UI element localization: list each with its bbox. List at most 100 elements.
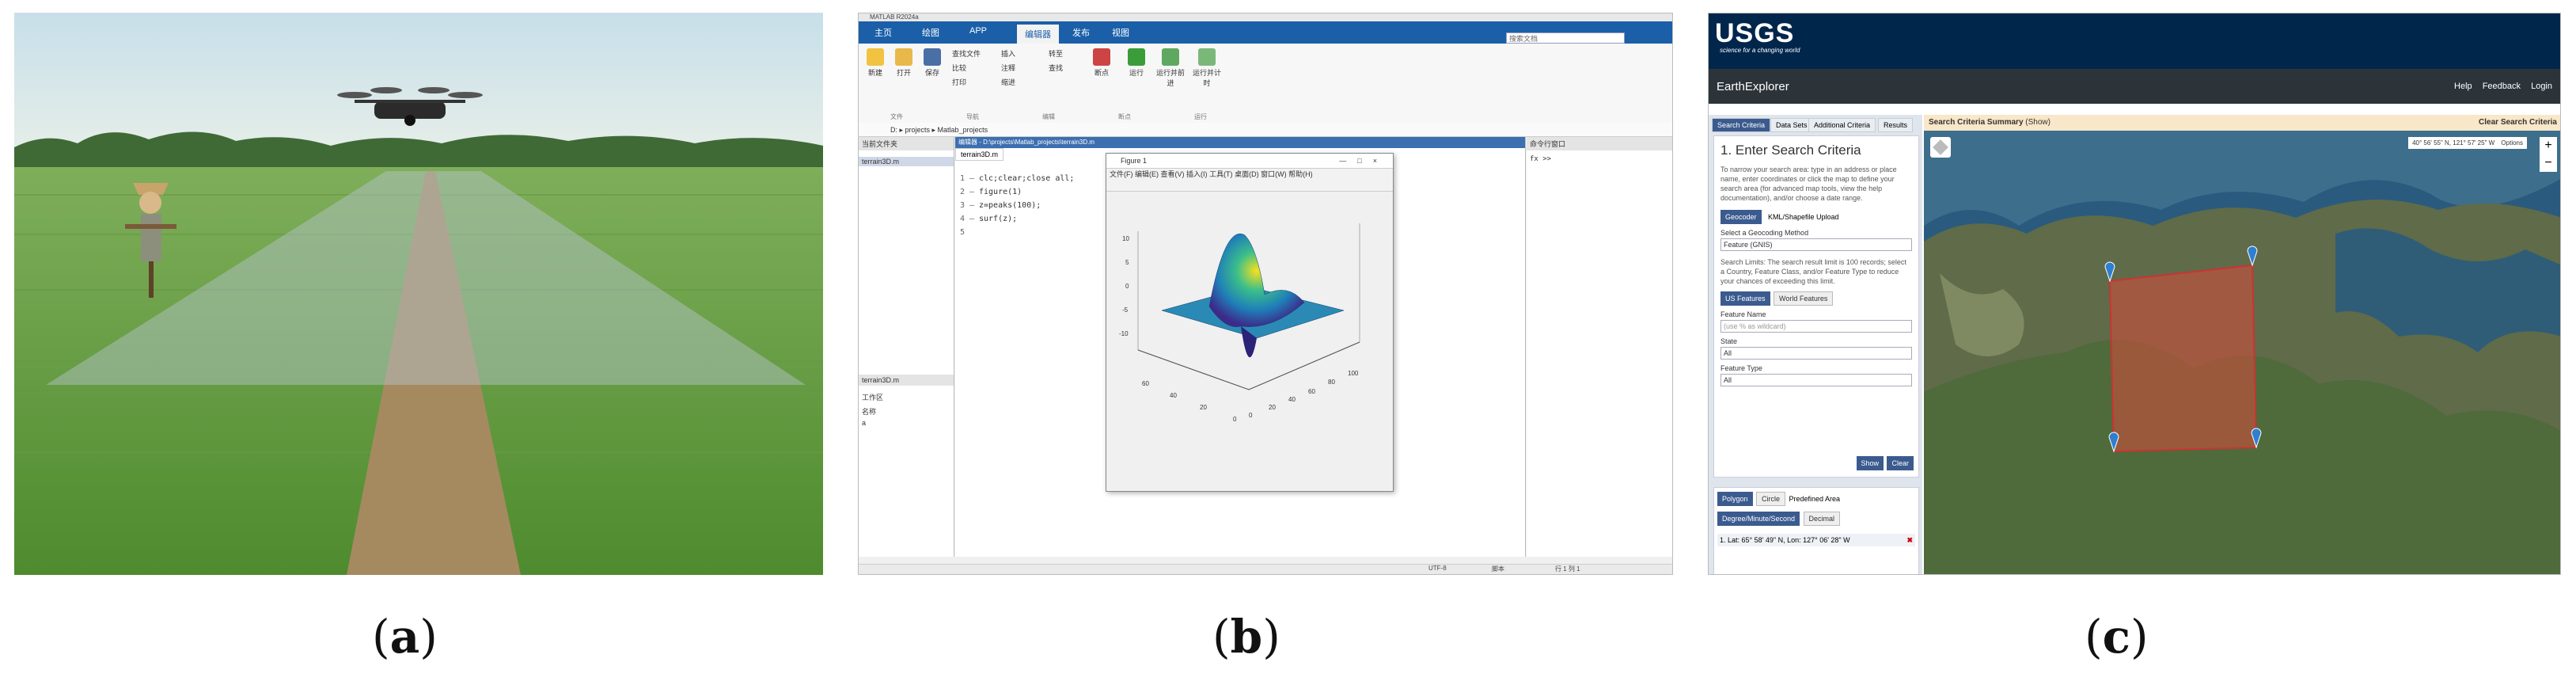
search-limits-text: Search Limits: The search result limit i… xyxy=(1720,258,1906,285)
x-tick: 20 xyxy=(1200,404,1207,411)
feedback-link[interactable]: Feedback xyxy=(2483,82,2521,91)
open-button[interactable]: 打开 xyxy=(890,48,917,78)
breakpoint-button[interactable]: 断点 xyxy=(1088,48,1115,78)
file-item[interactable]: terrain3D.m xyxy=(859,157,954,166)
app-title[interactable]: EarthExplorer xyxy=(1717,80,1789,93)
usgs-logo[interactable]: USGS xyxy=(1715,18,1794,49)
delete-icon[interactable]: ✖ xyxy=(1906,536,1913,545)
code-area[interactable]: 1 — clc;clear;close all; 2 — figure(1) 3 —… xyxy=(960,172,1074,239)
tab-results[interactable]: Results xyxy=(1878,118,1914,132)
intro-text: To narrow your search area: type in an a… xyxy=(1720,166,1897,202)
tab-view[interactable]: 视图 xyxy=(1112,26,1129,39)
workspace-variable[interactable]: a xyxy=(862,419,866,427)
editor-tab[interactable]: terrain3D.m xyxy=(955,148,1004,161)
search-criteria-card: 1. Enter Search Criteria To narrow your … xyxy=(1713,135,1919,478)
tab-additional-criteria[interactable]: Additional Criteria xyxy=(1808,118,1876,132)
run-time-button[interactable]: 运行并计时 xyxy=(1189,48,1224,88)
print-button[interactable]: 打印 xyxy=(952,77,992,87)
tab-polygon[interactable]: Polygon xyxy=(1717,492,1753,506)
menu-file[interactable]: 文件(F) xyxy=(1110,170,1133,178)
figure-toolbar[interactable] xyxy=(1106,180,1393,192)
compare-button[interactable]: 比较 xyxy=(952,63,992,73)
code-line: 3 — z=peaks(100); xyxy=(960,201,1041,210)
y-tick: 100 xyxy=(1348,370,1359,377)
insert-button[interactable]: 插入 xyxy=(1001,48,1041,59)
menu-tools[interactable]: 工具(T) xyxy=(1209,170,1233,178)
new-button[interactable]: 新建 xyxy=(862,48,889,78)
state-select[interactable]: All xyxy=(1720,347,1912,360)
login-link[interactable]: Login xyxy=(2531,82,2552,91)
workspace-name-column: 名称 xyxy=(862,408,877,416)
summary-title: Search Criteria Summary xyxy=(1929,118,2024,127)
world-features-button[interactable]: World Features xyxy=(1773,291,1834,306)
summary-toggle[interactable]: (Show) xyxy=(2025,118,2051,127)
find-button[interactable]: 查找 xyxy=(1049,63,1080,73)
menu-desktop[interactable]: 桌面(D) xyxy=(1235,170,1259,178)
clear-button[interactable]: Clear xyxy=(1887,456,1914,470)
menu-help[interactable]: 帮助(H) xyxy=(1288,170,1313,178)
matlab-window: MATLAB R2024a 主页 绘图 APP 编辑器 发布 视图 搜索文档 新… xyxy=(858,13,1673,575)
feature-name-input[interactable]: (use % as wildcard) xyxy=(1720,320,1912,333)
us-features-button[interactable]: US Features xyxy=(1720,291,1770,306)
tab-publish[interactable]: 发布 xyxy=(1072,26,1090,39)
tab-kml-upload[interactable]: KML/Shapefile Upload xyxy=(1768,213,1839,221)
geocoding-label: Select a Geocoding Method xyxy=(1720,229,1809,237)
drone-field-illustration xyxy=(14,13,823,575)
tab-data-sets[interactable]: Data Sets xyxy=(1770,118,1813,132)
options-button[interactable]: Options xyxy=(2501,139,2523,147)
tab-circle[interactable]: Circle xyxy=(1755,492,1785,506)
indent-button[interactable]: 缩进 xyxy=(1001,77,1041,87)
search-docs-input[interactable]: 搜索文档 xyxy=(1506,32,1625,44)
aoi-polygon[interactable] xyxy=(2108,264,2258,453)
caption-a: (a) xyxy=(372,610,438,664)
clear-criteria-link[interactable]: Clear Search Criteria xyxy=(2479,115,2557,131)
find-files-button[interactable]: 查找文件 xyxy=(952,48,992,59)
tab-search-criteria[interactable]: Search Criteria xyxy=(1712,118,1771,132)
y-tick: 40 xyxy=(1288,396,1296,403)
menu-edit[interactable]: 编辑(E) xyxy=(1135,170,1159,178)
tab-predefined-area[interactable]: Predefined Area xyxy=(1789,495,1840,503)
tab-home[interactable]: 主页 xyxy=(874,26,892,39)
window-controls[interactable]: —□× xyxy=(1339,154,1388,168)
tab-geocoder[interactable]: Geocoder xyxy=(1720,210,1762,224)
nav-links: Help Feedback Login xyxy=(2446,82,2552,91)
section-heading: 1. Enter Search Criteria xyxy=(1720,143,1861,158)
ribbon-toolstrip: 新建 打开 保存 查找文件 比较 打印 插入 注释 缩进 转至 查找 断点 运行… xyxy=(859,44,1672,124)
tab-apps[interactable]: APP xyxy=(969,26,987,36)
decimal-button[interactable]: Decimal xyxy=(1803,512,1841,526)
zoom-out-button[interactable]: − xyxy=(2540,154,2557,172)
run-advance-button[interactable]: 运行并前进 xyxy=(1153,48,1188,88)
tab-plots[interactable]: 绘图 xyxy=(922,26,939,39)
menu-view[interactable]: 查看(V) xyxy=(1161,170,1185,178)
z-tick: 5 xyxy=(1125,259,1129,266)
map-view[interactable]: 40° 56' 55" N, 121° 57' 25" W Options + … xyxy=(1924,131,2560,574)
coordinate-row[interactable]: 1. Lat: 65° 58' 49" N, Lon: 127° 06' 28"… xyxy=(1717,534,1915,546)
map-layers-button[interactable] xyxy=(1930,137,1951,158)
x-tick: 0 xyxy=(1233,416,1237,423)
command-prompt[interactable]: fx >> xyxy=(1527,150,1672,168)
y-tick: 20 xyxy=(1269,404,1276,411)
geocoding-select[interactable]: Feature (GNIS) xyxy=(1720,238,1912,251)
save-button[interactable]: 保存 xyxy=(919,48,946,78)
zoom-in-button[interactable]: + xyxy=(2540,137,2557,154)
feature-type-select[interactable]: All xyxy=(1720,374,1912,386)
code-line: 2 — figure(1) xyxy=(960,188,1022,196)
current-folder-header: 当前文件夹 xyxy=(859,137,954,150)
dms-button[interactable]: Degree/Minute/Second xyxy=(1717,512,1800,526)
command-window-header: 命令行窗口 xyxy=(1527,137,1672,150)
menu-window[interactable]: 窗口(W) xyxy=(1261,170,1287,178)
menu-insert[interactable]: 插入(I) xyxy=(1186,170,1208,178)
show-button[interactable]: Show xyxy=(1856,456,1884,470)
run-button[interactable]: 运行 xyxy=(1123,48,1150,78)
workspace-label: 工作区 xyxy=(862,394,884,401)
comment-button[interactable]: 注释 xyxy=(1001,63,1041,73)
help-link[interactable]: Help xyxy=(2454,82,2472,91)
goto-button[interactable]: 转至 xyxy=(1049,48,1080,59)
tab-editor[interactable]: 编辑器 xyxy=(1017,25,1059,44)
status-filetype: 脚本 xyxy=(1492,565,1504,573)
command-window[interactable]: 命令行窗口 fx >> xyxy=(1527,137,1672,557)
caption-b: (b) xyxy=(1212,610,1280,664)
group-file: 文件 xyxy=(890,113,903,120)
figure-titlebar: Figure 1 —□× xyxy=(1106,154,1393,169)
address-bar[interactable]: D: ▸ projects ▸ Matlab_projects xyxy=(859,123,1672,137)
